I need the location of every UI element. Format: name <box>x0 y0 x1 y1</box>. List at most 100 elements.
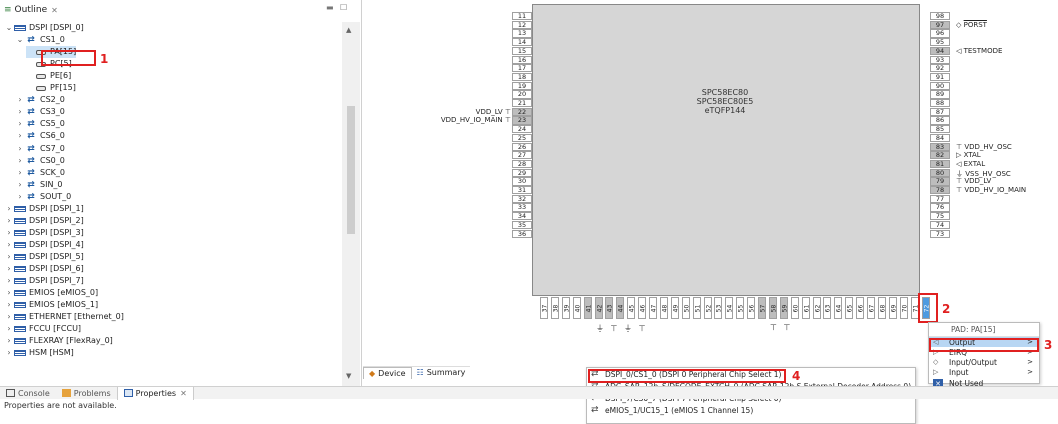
chip-pin-bottom[interactable]: 55 <box>736 297 745 319</box>
chip-pin-bottom[interactable]: 40 <box>572 297 581 319</box>
chip-pin-bottom[interactable]: 50 <box>681 297 690 319</box>
chip-pin-bottom[interactable]: 66 <box>856 297 865 319</box>
tree-node[interactable]: › ⇄ SCK_0 <box>15 167 65 179</box>
tree-node[interactable]: › HSM [HSM] <box>4 347 73 359</box>
chip-pin-left[interactable]: 30 <box>512 177 532 186</box>
chip-pin-bottom[interactable]: 47 <box>649 297 658 319</box>
chip-pin-bottom[interactable]: 63 <box>823 297 832 319</box>
chip-pin-left[interactable]: 33 <box>512 203 532 212</box>
chip-pin-bottom[interactable]: 59 <box>779 297 788 319</box>
tree-node[interactable]: › ETHERNET [Ethernet_0] <box>4 311 123 323</box>
chip-pin-bottom[interactable]: 64 <box>834 297 843 319</box>
chip-pin-bottom[interactable]: 54 <box>725 297 734 319</box>
outline-scrollbar[interactable]: ▲ ▼ <box>342 22 360 386</box>
chip-pin-left[interactable]: 29 <box>512 168 532 177</box>
tree-node[interactable]: › DSPI [DSPI_3] <box>4 227 83 239</box>
chevron-right-icon[interactable]: › <box>4 215 14 227</box>
chip-pin-bottom[interactable]: 45 <box>627 297 636 319</box>
chevron-right-icon[interactable]: › <box>4 287 14 299</box>
tab-console[interactable]: Console <box>0 389 56 398</box>
chevron-right-icon[interactable]: › <box>15 94 25 106</box>
chevron-right-icon[interactable]: › <box>4 263 14 275</box>
chip-pin-bottom[interactable]: 57 <box>758 297 767 319</box>
chip-pin-bottom[interactable]: 44 <box>616 297 625 319</box>
chevron-right-icon[interactable]: › <box>15 167 25 179</box>
chip-pin-right[interactable]: 84 <box>930 133 950 143</box>
chip-pin-bottom[interactable]: 67 <box>867 297 876 319</box>
chip-pin-bottom[interactable]: 52 <box>703 297 712 319</box>
tab-summary[interactable]: ☷ Summary <box>412 367 471 379</box>
chip-pin-right[interactable]: 82 <box>930 151 950 160</box>
chip-pin-bottom[interactable]: 49 <box>670 297 679 319</box>
chip-pin-right[interactable]: 97 <box>930 20 950 29</box>
chevron-right-icon[interactable]: › <box>15 143 25 155</box>
chip-pin-left[interactable]: 32 <box>512 194 532 203</box>
chip-pin-right[interactable]: 91 <box>930 72 950 82</box>
chevron-right-icon[interactable]: › <box>15 179 25 191</box>
tree-node[interactable]: › ⇄ CS2_0 <box>15 94 64 106</box>
chip-pin-left[interactable]: 24 <box>512 125 532 134</box>
chevron-right-icon[interactable]: › <box>15 130 25 142</box>
chip-pin-left[interactable]: 26 <box>512 142 532 151</box>
chip-pin-bottom[interactable]: 37 <box>540 297 549 319</box>
outline-title[interactable]: Outline <box>15 5 48 15</box>
chevron-right-icon[interactable]: › <box>4 239 14 251</box>
chevron-right-icon[interactable]: › <box>4 299 14 311</box>
scrollbar-thumb[interactable] <box>347 106 355 234</box>
tree-node[interactable]: › ⇄ CS7_0 <box>15 143 64 155</box>
chip-pin-bottom[interactable]: 46 <box>638 297 647 319</box>
tree-node[interactable]: › ⇄ CS3_0 <box>15 106 64 118</box>
chip-pin-left[interactable]: 20 <box>512 90 532 99</box>
chip-pin-right[interactable]: 89 <box>930 90 950 99</box>
chip-pin-bottom[interactable]: 65 <box>845 297 854 319</box>
chip-pin-left[interactable]: 35 <box>512 220 532 230</box>
chip-pin-bottom[interactable]: 48 <box>659 297 668 319</box>
chip-pin-left[interactable]: 14 <box>512 38 532 47</box>
chip-pin-right[interactable]: 83 <box>930 142 950 151</box>
tree-node[interactable]: › DSPI [DSPI_5] <box>4 251 83 263</box>
tree-node[interactable]: › ⇄ SIN_0 <box>15 179 62 191</box>
chip-pin-right[interactable]: 92 <box>930 64 950 73</box>
tab-device[interactable]: ◆ Device <box>363 366 412 379</box>
close-tab-icon[interactable]: ✕ <box>180 389 187 398</box>
tree-node[interactable]: › DSPI [DSPI_2] <box>4 215 83 227</box>
chevron-right-icon[interactable]: › <box>4 203 14 215</box>
chevron-right-icon[interactable]: › <box>4 335 14 347</box>
chip-pin-right[interactable]: 73 <box>930 229 950 238</box>
chip-pin-bottom[interactable]: 51 <box>692 297 701 319</box>
chip-pin-left[interactable]: 36 <box>512 229 532 238</box>
chip-pin-right[interactable]: 80 <box>930 168 950 177</box>
chevron-right-icon[interactable]: › <box>4 251 14 263</box>
chip-pin-left[interactable]: 17 <box>512 64 532 73</box>
chip-pin-left[interactable]: 15 <box>512 46 532 56</box>
chip-pin-right[interactable]: 76 <box>930 203 950 212</box>
chip-pin-left[interactable]: 13 <box>512 29 532 38</box>
chip-pin-left[interactable]: 27 <box>512 151 532 160</box>
chip-pin-left[interactable]: 16 <box>512 55 532 64</box>
chip-pin-bottom[interactable]: 53 <box>714 297 723 319</box>
chip-pin-left[interactable]: 22 <box>512 107 532 116</box>
chip-pin-right[interactable]: 85 <box>930 125 950 134</box>
chevron-right-icon[interactable]: › <box>4 227 14 239</box>
chip-pin-right[interactable]: 93 <box>930 55 950 64</box>
tree-node[interactable]: › FCCU [FCCU] <box>4 323 81 335</box>
chip-pin-right[interactable]: 75 <box>930 212 950 221</box>
tree-node[interactable]: › ⇄ CS0_0 <box>15 155 64 167</box>
chevron-right-icon[interactable]: › <box>4 323 14 335</box>
chevron-right-icon[interactable]: › <box>15 155 25 167</box>
chip-pin-right[interactable]: 86 <box>930 116 950 125</box>
pin-menu-item-emios[interactable]: ⇄ eMIOS_1/UC15_1 (eMIOS 1 Channel 15) <box>587 404 915 416</box>
tree-node[interactable]: ⌄ DSPI [DSPI_0] <box>4 22 84 34</box>
chip-pin-left[interactable]: 21 <box>512 99 532 108</box>
chip-pin-bottom[interactable]: 70 <box>899 297 908 319</box>
chip-pin-bottom[interactable]: 60 <box>790 297 799 319</box>
chip-pin-bottom[interactable]: 56 <box>747 297 756 319</box>
chip-pin-right[interactable]: 96 <box>930 29 950 38</box>
chip-pin-left[interactable]: 28 <box>512 159 532 169</box>
chip-pin-right[interactable]: 87 <box>930 107 950 116</box>
chip-pin-left[interactable]: 34 <box>512 212 532 221</box>
chip-pin-bottom[interactable]: 38 <box>550 297 559 319</box>
tree-node[interactable]: › DSPI [DSPI_7] <box>4 275 83 287</box>
chip-pin-left[interactable]: 11 <box>512 12 532 21</box>
chip-pin-bottom[interactable]: 61 <box>801 297 810 319</box>
